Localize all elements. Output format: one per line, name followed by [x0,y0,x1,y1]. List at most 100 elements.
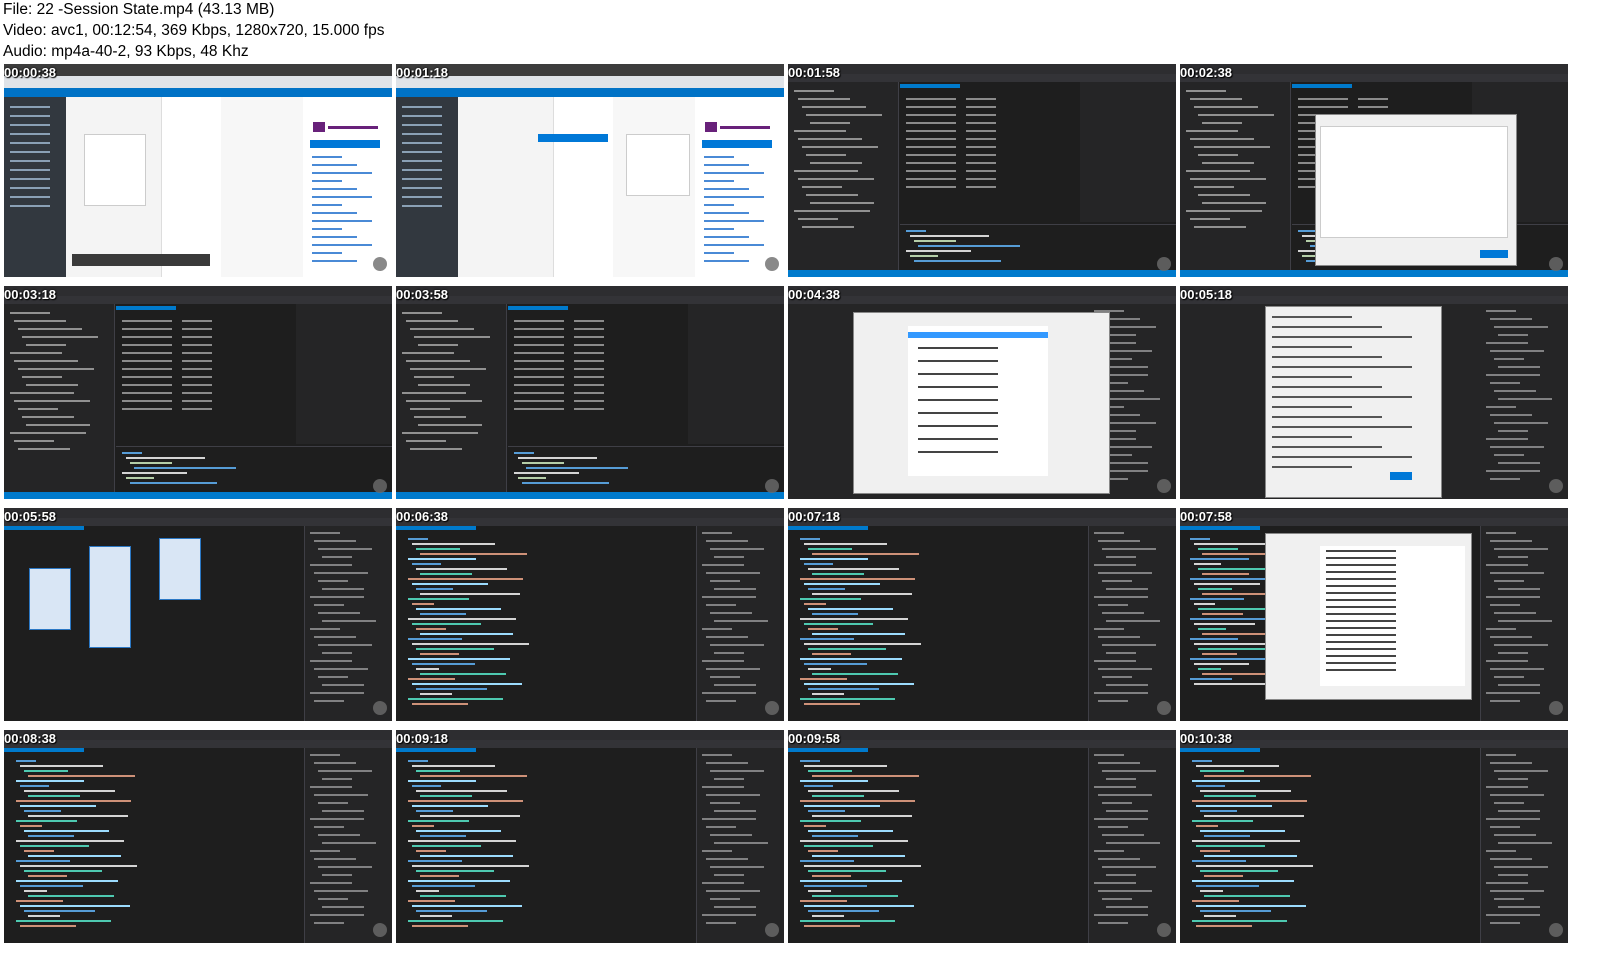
tree-item [706,700,736,702]
code-line [800,840,909,842]
assembly-item [1326,564,1396,566]
thumbnail-timestamp: 00:01:18 [396,65,449,80]
tree-item [1106,874,1136,876]
ide-toolbar [1180,518,1568,526]
tree-item [418,424,482,426]
code-line [24,890,48,892]
template-item [918,438,998,440]
code-line [526,467,628,469]
tree-item [1494,454,1524,456]
col-type [574,400,604,402]
code-line [1200,830,1285,832]
code-line [812,815,912,817]
code-line [28,815,128,817]
link-text [704,172,764,174]
video-thumbnail[interactable]: 00:03:58 [396,286,784,499]
col-type [182,352,212,354]
video-thumbnail[interactable]: 00:03:18 [4,286,392,499]
code-line [1198,608,1272,610]
tree-item [1106,366,1148,368]
tree-item [1498,398,1552,400]
tree-item [1198,194,1250,196]
tree-item [314,540,356,542]
keys-pane [1080,82,1176,222]
template-item [918,412,998,414]
code-line [800,598,861,600]
tree-item [710,866,764,868]
nav-item [10,142,50,144]
video-thumbnail[interactable]: 00:04:38 [788,286,1176,499]
code-line [24,770,68,772]
code-line [800,800,916,802]
thumbnail-timestamp: 00:06:38 [396,509,449,524]
thumbnail-timestamp: 00:04:38 [788,287,841,302]
video-thumbnail[interactable]: 00:07:58 [1180,508,1568,721]
video-info-header: File: 22 -Session State.mp4 (43.13 MB) V… [0,0,1600,64]
code-line [20,885,83,887]
code-line [1196,785,1225,787]
tree-item [318,580,348,582]
video-thumbnail[interactable]: 00:02:38 [1180,64,1568,277]
code-line [1196,765,1279,767]
tree-item [1098,604,1128,606]
video-thumbnail[interactable]: 00:05:18 [1180,286,1568,499]
code-line [412,785,441,787]
template-item [918,360,998,362]
code-line [408,860,462,862]
tree-item [1102,834,1144,836]
link-text [704,244,764,246]
form-line [1272,316,1352,318]
video-thumbnail[interactable]: 00:01:18 [396,64,784,277]
code-line [1192,760,1212,762]
tree-item [1102,612,1144,614]
tree-item [1490,318,1532,320]
video-thumbnail[interactable]: 00:08:38 [4,730,392,943]
code-line [800,578,916,580]
assembly-item [1326,557,1396,559]
tree-item [1094,596,1148,598]
code-line [1192,800,1308,802]
tree-item [1490,478,1520,480]
assembly-item [1326,585,1396,587]
code-line [1196,865,1313,867]
table-designer [116,304,296,444]
blade [553,97,614,277]
tree-item [310,532,340,534]
code-line [1196,925,1252,927]
video-thumbnail[interactable]: 00:10:38 [1180,730,1568,943]
col-name [1298,98,1348,100]
assembly-item [1326,571,1396,573]
tree-item [314,794,368,796]
tree-item [1094,660,1136,662]
col-type [966,114,996,116]
form-line [1272,416,1382,418]
code-line [420,553,527,555]
video-thumbnail[interactable]: 00:05:58 [4,508,392,721]
assembly-list [1320,546,1465,686]
tree-item [1490,700,1520,702]
video-thumbnail[interactable]: 00:09:58 [788,730,1176,943]
template-item [918,451,998,453]
ide-titlebar [788,730,1176,740]
tree-item [1194,146,1270,148]
video-thumbnail[interactable]: 00:01:58 [788,64,1176,277]
assembly-item [1326,550,1396,552]
tree-item [1486,438,1528,440]
ide-toolbar [396,740,784,748]
tree-item [402,432,478,434]
video-thumbnail[interactable]: 00:06:38 [396,508,784,721]
code-line [24,870,102,872]
tree-item [702,596,756,598]
tree-item [1098,572,1152,574]
video-thumbnail[interactable]: 00:00:38 [4,64,392,277]
nav-item [10,196,50,198]
watermark-icon [765,479,779,493]
thumbnail-timestamp: 00:03:58 [396,287,449,302]
col-type [182,320,212,322]
code-line [804,603,826,605]
file-info: File: 22 -Session State.mp4 (43.13 MB) [3,1,275,18]
video-thumbnail[interactable]: 00:07:18 [788,508,1176,721]
tree-item [1186,170,1250,172]
tree-item [1486,470,1540,472]
video-thumbnail[interactable]: 00:09:18 [396,730,784,943]
